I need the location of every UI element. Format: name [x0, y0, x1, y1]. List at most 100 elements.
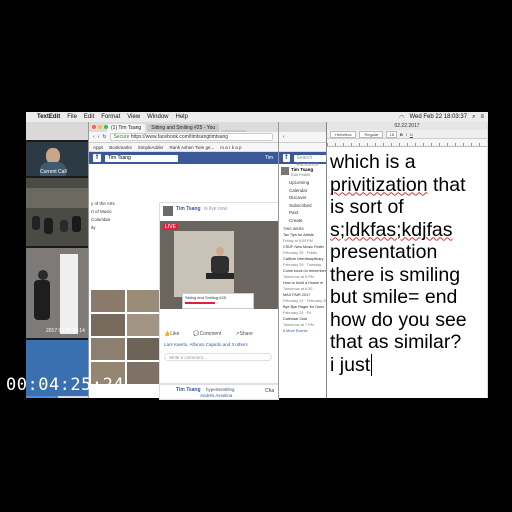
call-tile-2[interactable] [26, 178, 88, 246]
like-button[interactable]: 👍Like [164, 331, 179, 337]
comment-button[interactable]: 💬Comment [193, 331, 221, 337]
events-nav-create[interactable]: Create [279, 217, 329, 225]
photo-thumb[interactable] [91, 290, 125, 312]
photo-thumb[interactable] [127, 314, 161, 336]
facebook-search-input[interactable]: Tim Tsang [105, 154, 178, 162]
call-tile-label: Current Call [40, 169, 67, 175]
text-line: there is smiling [330, 263, 461, 286]
minimize-window-icon[interactable] [98, 125, 102, 129]
menu-format[interactable]: Format [101, 114, 120, 120]
likes-summary[interactable]: Lars Kaerto, Alfonso Cajardo and 3 other… [164, 342, 248, 347]
misspelled-word[interactable]: privitization [330, 174, 428, 196]
menubar-clock[interactable]: Wed Feb 22 18:03:37 [410, 114, 468, 121]
events-nav-calendar[interactable]: Calendar [279, 187, 329, 195]
embedded-video-card[interactable]: Sitting and Smiling #25 [182, 293, 254, 309]
window-controls [92, 125, 108, 129]
font-size-select[interactable]: 18 [386, 130, 397, 138]
video-progress-bar [26, 396, 58, 398]
app-menu-textedit[interactable]: TextEdit [37, 114, 60, 120]
browser-tab-bar [279, 122, 329, 132]
textedit-window: 02.22.2017 Helvetica Regular 18 B I U wh… [326, 122, 487, 398]
bookmark-bookmarks[interactable]: Bookmarks [109, 145, 132, 150]
tab-youtube-video[interactable]: Sitting and Smiling #25 - You [147, 124, 220, 132]
share-button[interactable]: ↗Share [235, 331, 253, 337]
photo-thumb[interactable] [91, 314, 125, 336]
facebook-header: f Search Facebook [279, 152, 329, 168]
textedit-title: 02.22.2017 [327, 122, 487, 130]
textedit-document-body[interactable]: which is a privitization that is sort of s;… [327, 147, 487, 376]
more-events-link[interactable]: 6 More Events [279, 328, 329, 334]
bookmark-markap[interactable]: m a r k a p [220, 145, 241, 150]
post-name[interactable]: Andrés Asselina [200, 393, 232, 398]
menu-help[interactable]: Help [176, 114, 188, 120]
text-line: s;ldkfas;kdjfas [330, 219, 485, 242]
video-call-panel: Current Call 2017 03 03 20:14 [26, 140, 88, 396]
facebook-search-input[interactable]: Search Facebook [293, 154, 329, 168]
secure-label: Secure [113, 134, 130, 140]
events-nav-upcoming[interactable]: Upcoming [279, 179, 329, 187]
menu-edit[interactable]: Edit [84, 114, 94, 120]
textedit-ruler[interactable] [327, 139, 487, 147]
forward-icon[interactable]: › [98, 134, 100, 140]
events-list: Tax Tips for Artists Friday at 6:00 PM CSU… [279, 232, 329, 328]
zoom-window-icon[interactable] [104, 125, 108, 129]
textedit-format-bar: Helvetica Regular 18 B I U [327, 130, 487, 139]
notification-center-icon[interactable]: ≡ [480, 114, 484, 121]
share-label: Share [239, 331, 253, 337]
live-video-player[interactable]: LIVE Sitting and Smiling #25 [160, 221, 278, 309]
bookmark-apps[interactable]: Apps [93, 145, 103, 150]
misspelled-word[interactable]: s;ldkfas;kdjfas [330, 219, 452, 241]
text-line: how do you see [330, 308, 467, 331]
like-label: Like [170, 331, 180, 337]
back-icon[interactable]: ‹ [93, 134, 95, 140]
intro-item: y of the Arts [91, 201, 115, 206]
text-line: that as similar? [330, 331, 462, 353]
menu-window[interactable]: Window [147, 114, 168, 120]
post-author[interactable]: Tim Tsang [176, 206, 201, 212]
profile-shortcut[interactable]: Tim Tsang Edit Profile [279, 164, 329, 179]
url-input[interactable]: Secure https://www.facebook.com/timtsang… [109, 133, 273, 141]
events-nav-discover[interactable]: Discover [279, 194, 329, 202]
bookmark-simpleadder[interactable]: SimpleAdder [138, 145, 164, 150]
post-author[interactable]: Tim Tsang [176, 387, 201, 393]
text-line: i just​ [330, 353, 373, 376]
call-tile-1[interactable]: Current Call [26, 142, 88, 176]
back-icon[interactable]: ‹ [283, 134, 285, 140]
events-nav-subscribed[interactable]: Subscribed [279, 202, 329, 210]
facebook-user-link[interactable]: Tim [265, 155, 279, 161]
photo-thumb[interactable] [127, 290, 161, 312]
post-actions: 👍Like 💬Comment ↗Share [164, 331, 253, 337]
call-tile-3[interactable]: 2017 03 03 20:14 [26, 248, 88, 338]
edit-profile-link[interactable]: Edit Profile [291, 172, 313, 177]
menu-file[interactable]: File [67, 114, 77, 120]
photo-thumb[interactable] [127, 362, 161, 384]
reload-icon[interactable]: ↻ [102, 134, 106, 140]
italic-button[interactable]: I [406, 132, 407, 137]
close-window-icon[interactable] [92, 125, 96, 129]
photo-thumb[interactable] [91, 338, 125, 360]
font-family-select[interactable]: Helvetica [330, 130, 357, 138]
address-bar-row: ‹ › ↻ Secure https://www.facebook.com/ti… [89, 132, 279, 143]
live-badge: LIVE [163, 224, 178, 230]
chat-label[interactable]: Cha [265, 388, 274, 394]
facebook-logo-icon[interactable]: f [283, 154, 290, 162]
font-style-select[interactable]: Regular [359, 130, 384, 138]
menu-view[interactable]: View [127, 114, 140, 120]
text-cursor: ​ [371, 353, 373, 376]
wifi-icon[interactable]: ◠ [399, 114, 404, 121]
facebook-header: f Tim Tsang Tim [89, 152, 279, 164]
comment-input[interactable]: Write a comment... [164, 353, 272, 361]
events-nav-past[interactable]: Past [279, 209, 329, 217]
facebook-logo-icon[interactable]: f [93, 154, 101, 162]
bold-button[interactable]: B [400, 132, 403, 137]
tab-facebook-profile[interactable]: (1) Tim Tsang [107, 124, 146, 132]
underline-button[interactable]: U [410, 132, 413, 137]
text-line: but smile= end [330, 286, 458, 308]
tab-blank[interactable] [221, 130, 248, 132]
browser-window-facebook: (1) Tim Tsang Sitting and Smiling #25 - … [88, 122, 279, 400]
bookmark-rank[interactable]: Rank Ashen Twin ge... [170, 145, 215, 150]
post-meta: hyperterettling [206, 387, 235, 392]
spotlight-icon[interactable]: ⌕ [472, 114, 475, 121]
photo-thumb[interactable] [127, 338, 161, 360]
avatar[interactable] [163, 206, 173, 216]
